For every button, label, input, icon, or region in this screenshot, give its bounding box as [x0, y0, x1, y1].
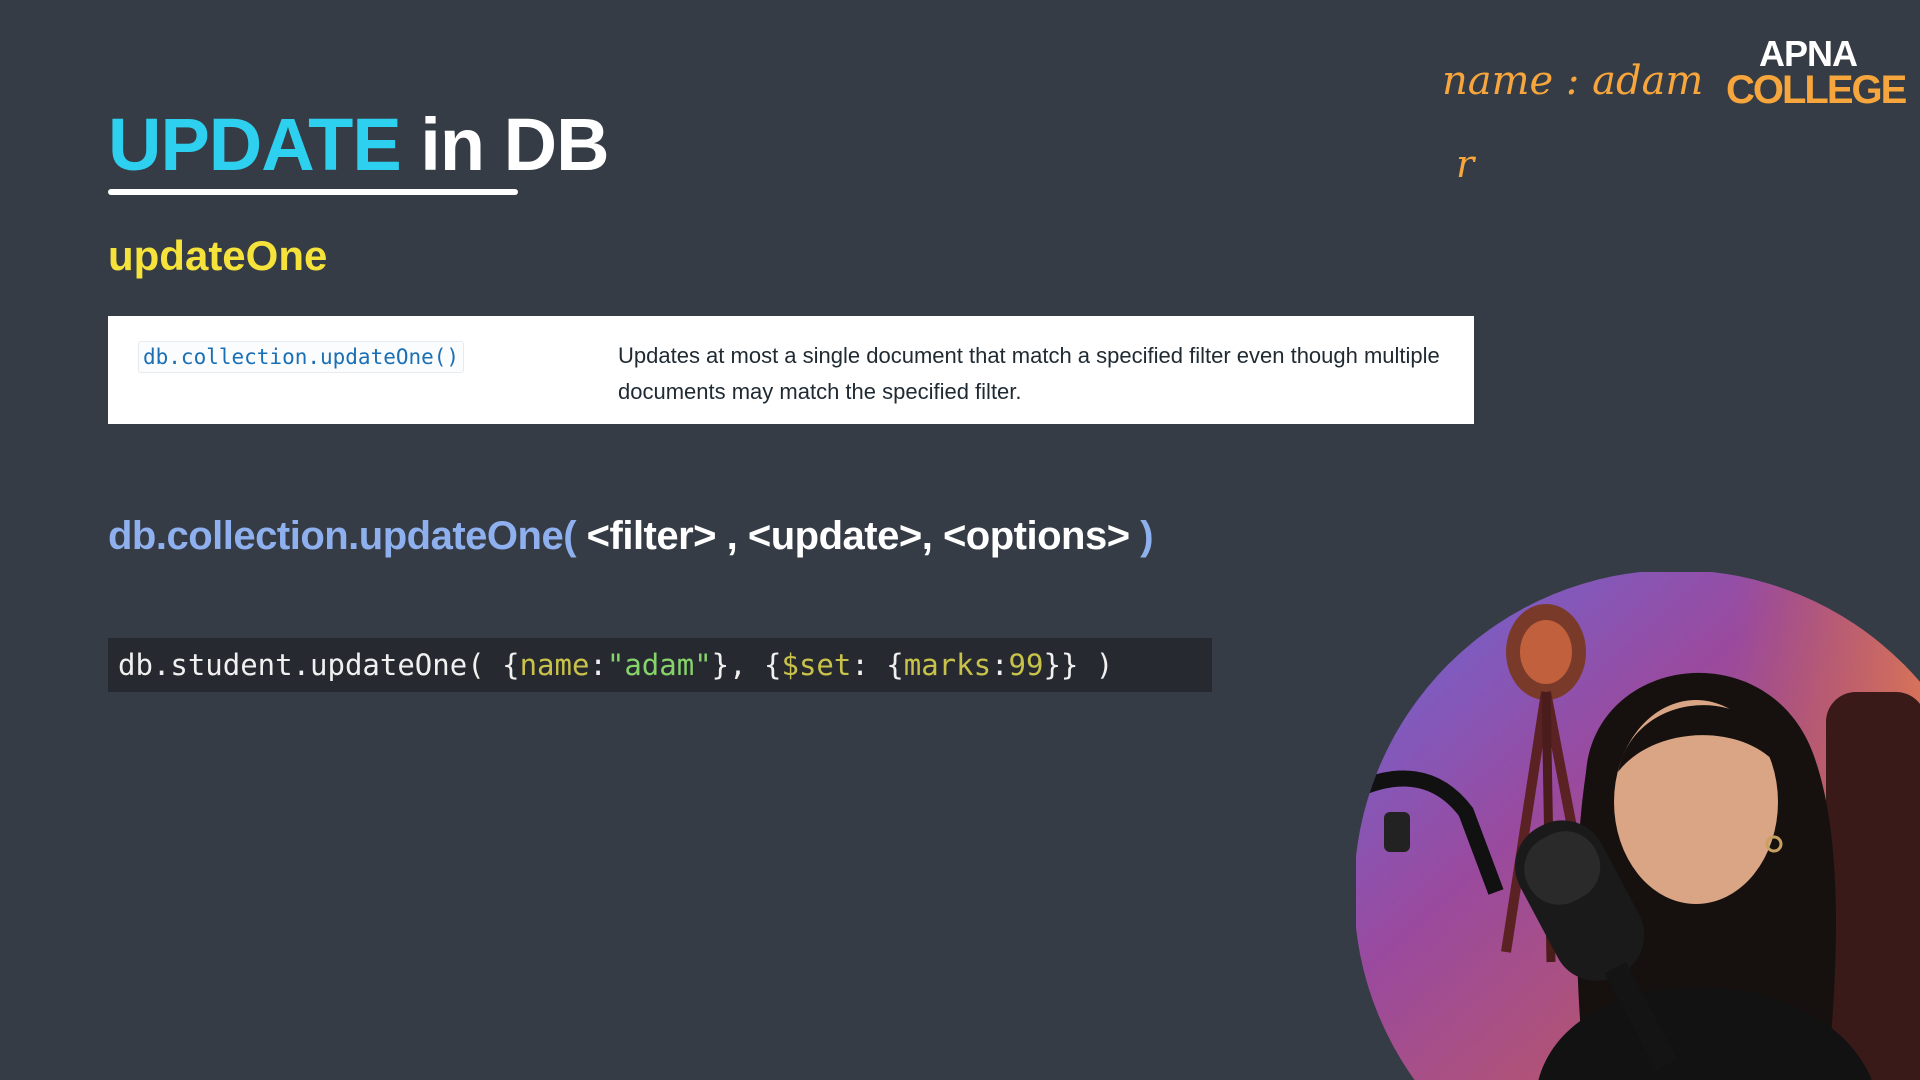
code-colon2: :	[991, 648, 1009, 682]
presenter-webcam-image	[1356, 572, 1920, 1080]
apna-college-logo: APNA COLLEGE	[1726, 33, 1907, 112]
reference-method: db.collection.updateOne()	[138, 341, 465, 373]
handwritten-note-2: r	[1456, 142, 1475, 186]
code-prefix: db.student.updateOne( {	[118, 648, 520, 682]
code-value-adam: "adam"	[606, 648, 712, 682]
code-key-marks: marks	[903, 648, 992, 682]
syntax-args: <filter> , <update>, <options>	[576, 514, 1141, 558]
webcam-overlay	[1356, 572, 1920, 1080]
syntax-line: db.collection.updateOne( <filter> , <upd…	[108, 514, 1154, 559]
slide-title-accent: UPDATE	[108, 103, 402, 186]
slide-title: UPDATE in DB	[108, 108, 610, 182]
code-key-name: name	[519, 648, 590, 682]
title-underline	[108, 189, 518, 195]
code-key-set: $set	[781, 648, 852, 682]
example-code-block: db.student.updateOne( {name:"adam"}, {$s…	[108, 638, 1212, 692]
code-colon: :	[589, 648, 607, 682]
code-mid2: : {	[851, 648, 904, 682]
method-heading: updateOne	[108, 232, 328, 279]
handwritten-note: name : adam	[1442, 58, 1704, 104]
logo-bottom-text: COLLEGE	[1726, 68, 1907, 112]
logo-top-text: APNA	[1758, 33, 1858, 74]
reference-table: db.collection.updateOne() Updates at mos…	[108, 316, 1474, 424]
code-value-marks: 99	[1008, 648, 1044, 682]
reference-description: Updates at most a single document that m…	[618, 343, 1440, 404]
slide-title-rest: in DB	[400, 103, 609, 186]
code-suffix: }} )	[1043, 648, 1114, 682]
syntax-close: )	[1140, 514, 1154, 558]
code-mid: }, {	[711, 648, 782, 682]
syntax-call: db.collection.updateOne(	[108, 514, 577, 558]
